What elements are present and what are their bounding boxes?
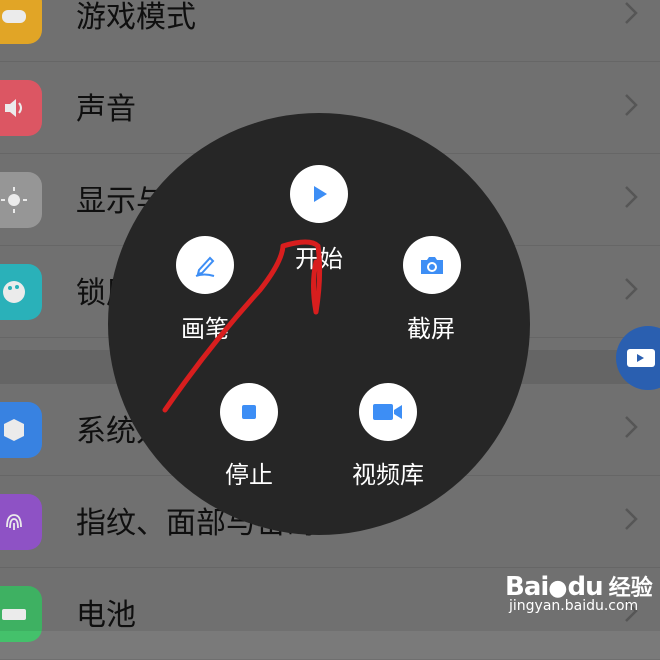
pen-icon xyxy=(195,256,215,277)
stop-button[interactable] xyxy=(220,383,278,441)
start-label: 开始 xyxy=(295,245,343,273)
screen-record-wheel: 开始 画笔 截屏 停止 视频库 xyxy=(108,113,530,535)
play-icon xyxy=(314,186,327,202)
start-button[interactable] xyxy=(290,165,348,223)
stop-icon xyxy=(242,405,256,419)
screenshot-button[interactable] xyxy=(403,236,461,294)
watermark: Bai●du 经验 jingyan.baidu.com xyxy=(505,570,653,614)
camera-icon xyxy=(421,257,443,274)
video-camera-icon xyxy=(627,349,655,367)
video-camera-icon xyxy=(373,404,402,420)
screenshot-label: 截屏 xyxy=(407,315,455,343)
pen-button[interactable] xyxy=(176,236,234,294)
video-library-button[interactable] xyxy=(359,383,417,441)
video-library-label: 视频库 xyxy=(352,461,424,489)
pen-label: 画笔 xyxy=(181,315,229,343)
watermark-url: jingyan.baidu.com xyxy=(509,598,639,614)
stop-label: 停止 xyxy=(225,461,273,489)
